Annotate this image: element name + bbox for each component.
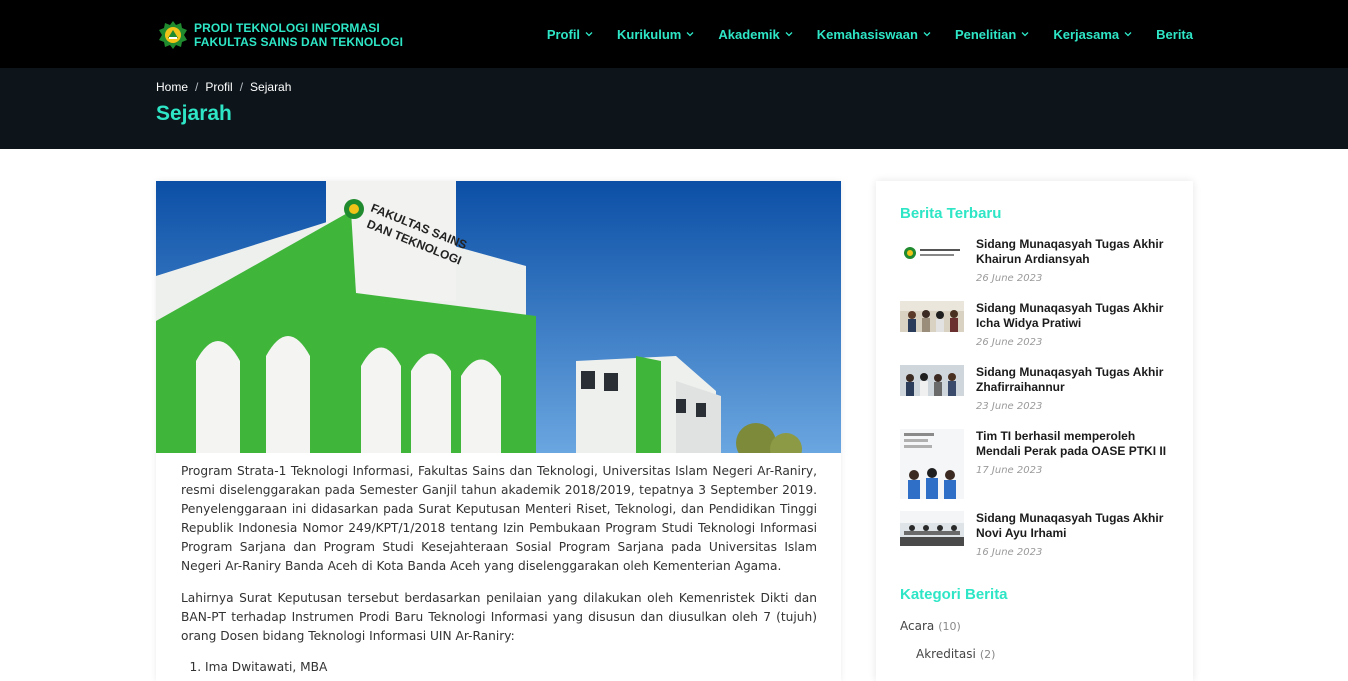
news-date: 17 June 2023 <box>976 465 1043 476</box>
nav-akademik[interactable]: Akademik <box>718 24 793 44</box>
breadcrumb-current: Sejarah <box>250 80 292 94</box>
news-item[interactable]: Sidang Munaqasyah Tugas Akhir Icha Widya… <box>900 301 1180 361</box>
chevron-down-icon <box>585 32 593 37</box>
breadcrumb-home[interactable]: Home <box>156 80 188 94</box>
nav-penelitian[interactable]: Penelitian <box>955 24 1029 44</box>
article-body: Program Strata-1 Teknologi Informasi, Fa… <box>181 462 817 677</box>
chevron-down-icon <box>686 32 694 37</box>
site-header: PRODI TEKNOLOGI INFORMASI FAKULTAS SAINS… <box>0 0 1348 68</box>
news-title: Sidang Munaqasyah Tugas Akhir Novi Ayu I… <box>976 511 1164 540</box>
news-item[interactable]: Sidang Munaqasyah Tugas Akhir Khairun Ar… <box>900 237 1180 297</box>
article-card: FAKULTAS SAINS DAN TEKNOLOGI Program Str… <box>156 181 841 681</box>
page-header-band: Home / Profil / Sejarah Sejarah <box>0 68 1348 149</box>
nav-kurikulum[interactable]: Kurikulum <box>617 24 694 44</box>
nav-label: Penelitian <box>954 26 1017 42</box>
news-date: 26 June 2023 <box>976 273 1043 284</box>
news-title: Sidang Munaqasyah Tugas Akhir Zhafirraih… <box>976 365 1164 394</box>
chevron-down-icon <box>1021 32 1029 37</box>
category-item-acara[interactable]: Acara (10) <box>900 619 961 633</box>
hero-building-image: FAKULTAS SAINS DAN TEKNOLOGI <box>156 181 841 453</box>
news-date: 23 June 2023 <box>976 401 1043 412</box>
category-count: (10) <box>938 620 961 633</box>
uin-logo-icon <box>158 20 188 50</box>
category-heading: Kategori Berita <box>900 586 1008 603</box>
nav-label: Kemahasiswaan <box>816 26 918 42</box>
brand-link[interactable]: PRODI TEKNOLOGI INFORMASI FAKULTAS SAINS… <box>158 20 403 50</box>
news-thumbnail <box>900 301 964 332</box>
news-item[interactable]: Sidang Munaqasyah Tugas Akhir Zhafirraih… <box>900 365 1180 425</box>
breadcrumb-separator: / <box>195 80 199 94</box>
news-thumbnail <box>900 237 964 268</box>
article-paragraph-1: Program Strata-1 Teknologi Informasi, Fa… <box>181 464 817 574</box>
breadcrumb: Home / Profil / Sejarah <box>156 80 291 94</box>
news-thumbnail <box>900 511 964 546</box>
list-item: Ima Dwitawati, MBA <box>205 658 817 677</box>
lecturer-list: Ima Dwitawati, MBA <box>205 658 817 677</box>
brand-line-2: FAKULTAS SAINS DAN TEKNOLOGI <box>194 35 404 49</box>
chevron-down-icon <box>923 32 931 37</box>
chevron-down-icon <box>1124 32 1132 37</box>
category-label: Acara <box>900 619 935 633</box>
nav-label: Profil <box>546 26 581 42</box>
sidebar: Berita Terbaru Sidang Munaqasyah Tugas A… <box>876 181 1193 681</box>
nav-berita[interactable]: Berita <box>1156 24 1193 44</box>
chevron-down-icon <box>785 32 793 37</box>
news-thumbnail <box>900 365 964 396</box>
page-title: Sejarah <box>156 102 232 125</box>
main-nav: Profil Kurikulum Akademik Kemahasiswaan … <box>523 24 1193 44</box>
brand-line-1: PRODI TEKNOLOGI INFORMASI <box>194 21 380 35</box>
nav-profil[interactable]: Profil <box>547 24 593 44</box>
news-date: 26 June 2023 <box>976 337 1043 348</box>
news-title: Sidang Munaqasyah Tugas Akhir Khairun Ar… <box>976 237 1164 266</box>
news-title: Tim TI berhasil memperoleh Mendali Perak… <box>976 429 1167 458</box>
category-label: Akreditasi <box>916 647 976 661</box>
category-item-akreditasi[interactable]: Akreditasi (2) <box>916 647 995 661</box>
news-thumbnail <box>900 429 964 499</box>
recent-news-heading: Berita Terbaru <box>900 205 1002 222</box>
nav-label: Berita <box>1156 26 1193 42</box>
nav-label: Kurikulum <box>617 26 682 42</box>
news-item[interactable]: Tim TI berhasil memperoleh Mendali Perak… <box>900 429 1180 499</box>
nav-label: Kerjasama <box>1053 26 1120 42</box>
category-count: (2) <box>979 648 996 661</box>
nav-kerjasama[interactable]: Kerjasama <box>1053 24 1132 44</box>
breadcrumb-separator: / <box>239 80 244 94</box>
news-item[interactable]: Sidang Munaqasyah Tugas Akhir Novi Ayu I… <box>900 511 1180 571</box>
nav-label: Akademik <box>718 26 780 42</box>
news-date: 16 June 2023 <box>976 547 1043 558</box>
article-paragraph-2: Lahirnya Surat Keputusan tersebut berdas… <box>181 590 817 643</box>
breadcrumb-profil[interactable]: Profil <box>205 80 232 94</box>
news-title: Sidang Munaqasyah Tugas Akhir Icha Widya… <box>976 301 1164 330</box>
nav-kemahasiswaan[interactable]: Kemahasiswaan <box>817 24 931 44</box>
